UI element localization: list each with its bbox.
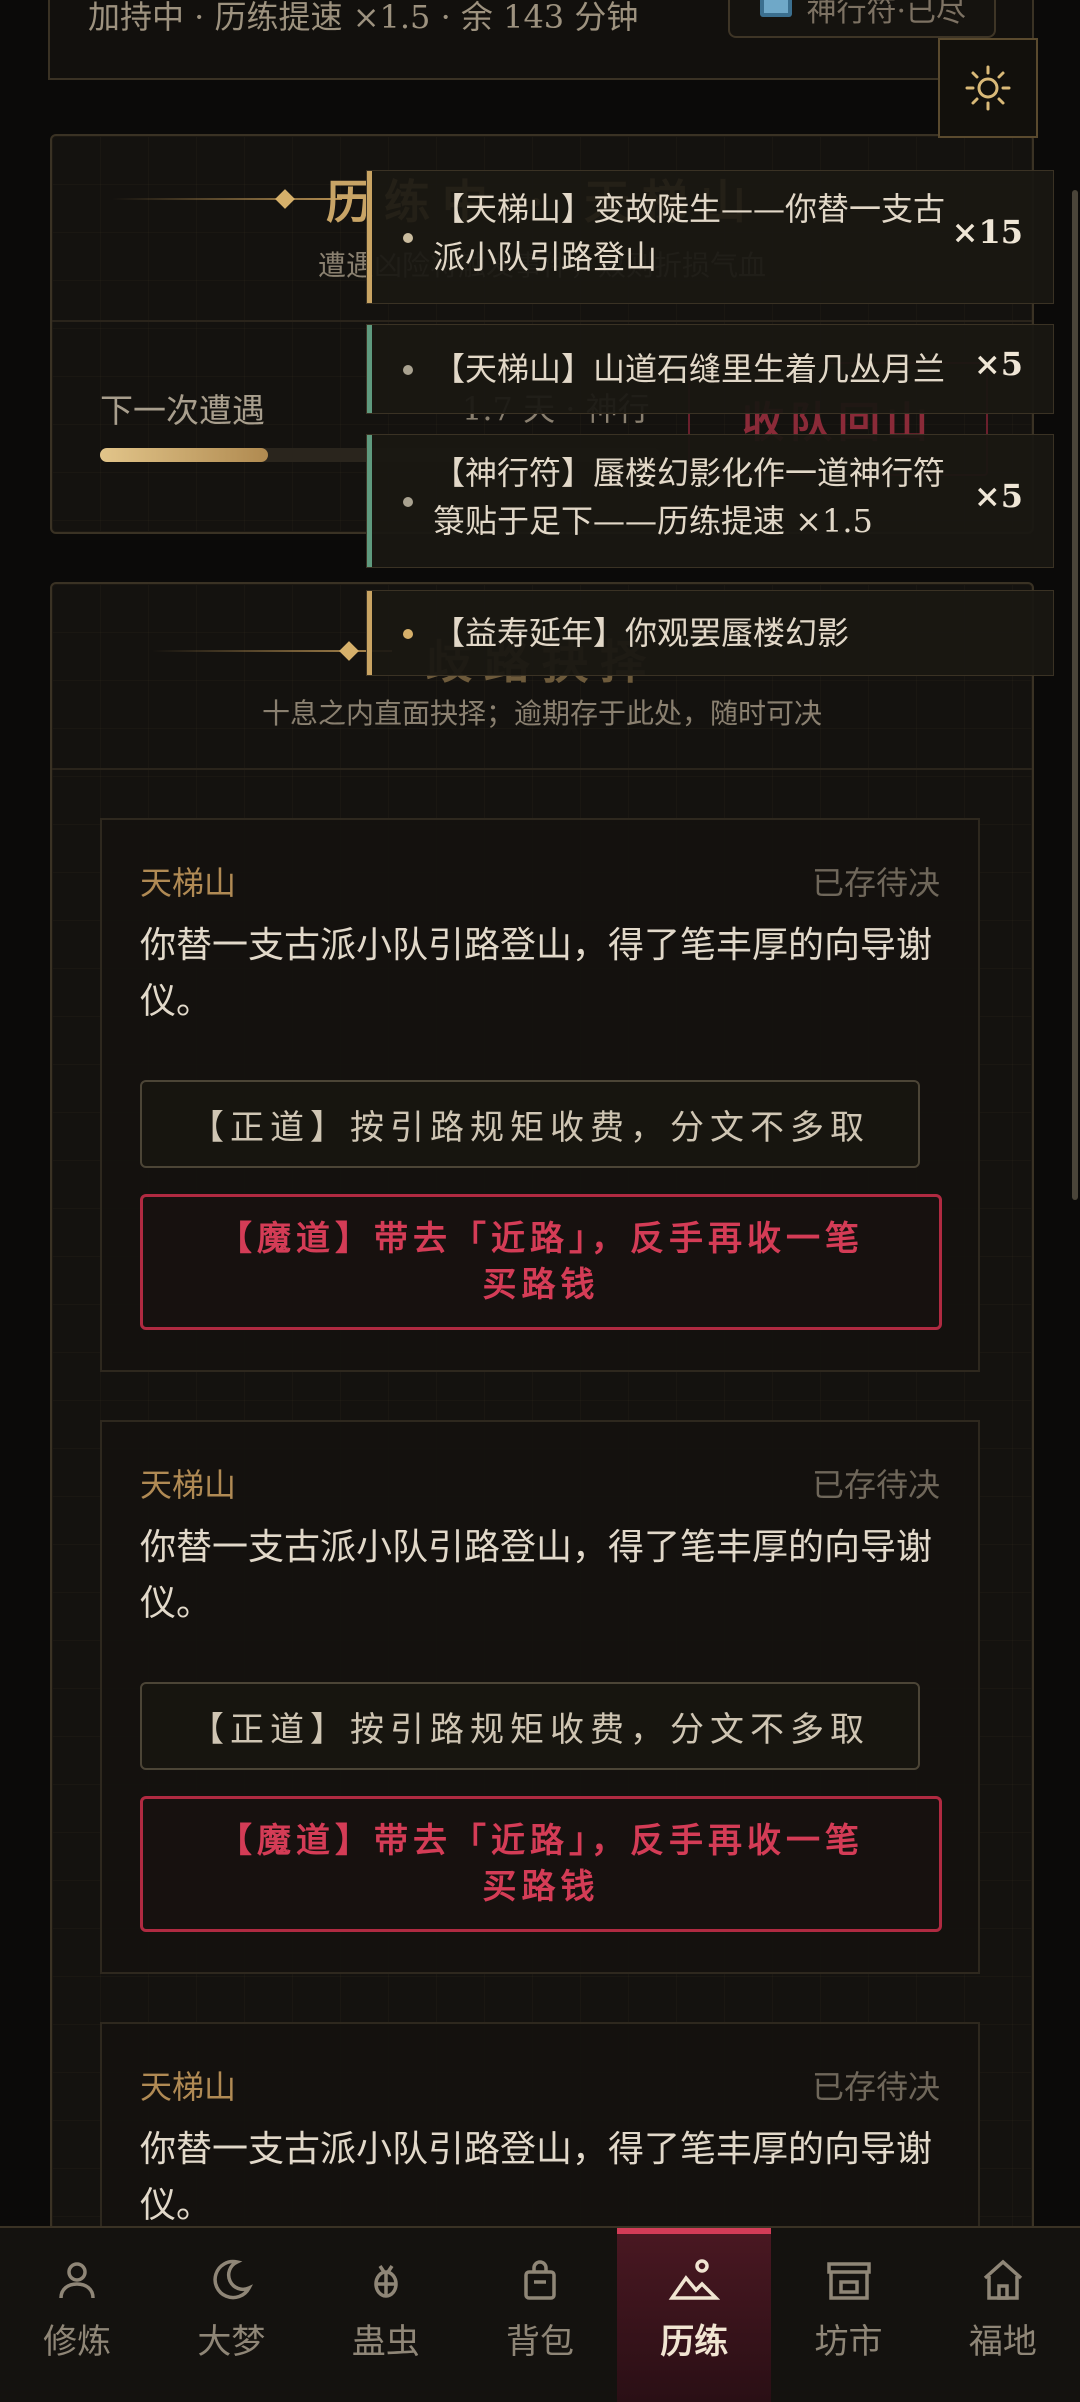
event-card: 天梯山 已存待决 你替一支古派小队引路登山，得了笔丰厚的向导谢仪。 【正道】按引…	[100, 818, 980, 1372]
event-state: 已存待决	[811, 2068, 940, 2106]
righteous-choice-button[interactable]: 【正道】按引路规矩收费，分文不多取	[140, 1080, 920, 1168]
event-location: 天梯山	[140, 864, 237, 902]
tv-icon	[758, 0, 794, 27]
talisman-chip[interactable]: 神行符·已尽	[728, 0, 996, 38]
demonic-choice-button[interactable]: 【魔道】带去「近路」，反手再收一笔买路钱	[140, 1194, 942, 1330]
demonic-choice-button[interactable]: 【魔道】带去「近路」，反手再收一笔买路钱	[140, 1796, 942, 1932]
event-description: 你替一支古派小队引路登山，得了笔丰厚的向导谢仪。	[140, 925, 933, 1022]
home-icon	[983, 2259, 1022, 2300]
person-icon	[59, 2262, 95, 2299]
nav-label: 大梦	[197, 2322, 266, 2362]
event-description: 你替一支古派小队引路登山，得了笔丰厚的向导谢仪。	[140, 1527, 933, 1624]
journey-progress-fill	[100, 448, 268, 462]
event-state: 已存待决	[811, 864, 940, 902]
notification-toast[interactable]: 【神行符】蜃楼幻影化作一道神行符箓贴于足下——历练提速 ×1.5 ×5	[366, 434, 1054, 568]
bag-icon	[524, 2260, 556, 2300]
buff-status-text: 加持中 · 历练提速 ×1.5 · 余 143 分钟	[88, 0, 639, 36]
mountain-icon	[668, 2259, 721, 2300]
toast-message: 【天梯山】山道石缝里生着几丛月兰	[433, 350, 946, 388]
nav-label: 蛊虫	[351, 2322, 420, 2362]
notification-toast[interactable]: 【天梯山】山道石缝里生着几丛月兰 ×5	[366, 324, 1054, 414]
nav-item-journey[interactable]: 历练	[617, 2228, 772, 2402]
panel-divider	[52, 320, 1032, 322]
nav-item-blessed-land[interactable]: 福地	[926, 2228, 1080, 2402]
toast-count: ×15	[951, 213, 1023, 251]
toast-accent-bar	[367, 435, 372, 567]
toast-accent-bar	[367, 591, 372, 675]
talisman-label: 神行符·已尽	[806, 0, 966, 29]
next-encounter-label: 下一次遭遇	[100, 391, 265, 430]
bullet-dot	[403, 497, 413, 507]
bullet-dot	[403, 365, 413, 375]
scrollbar-thumb[interactable]	[1072, 190, 1078, 1200]
bottom-nav: 修炼 大梦 蛊虫 背包 历练 坊市 福地	[0, 2226, 1080, 2402]
toast-count: ×5	[973, 345, 1023, 383]
toast-accent-bar	[367, 325, 372, 413]
toast-message: 【神行符】蜃楼幻影化作一道神行符箓贴于足下——历练提速 ×1.5	[433, 454, 946, 540]
toast-message: 【益寿延年】你观罢蜃楼幻影	[433, 614, 850, 652]
nav-item-dream[interactable]: 大梦	[154, 2228, 308, 2402]
nav-item-gu[interactable]: 蛊虫	[309, 2228, 463, 2402]
nav-label: 坊市	[814, 2322, 883, 2362]
toast-accent-bar	[367, 171, 372, 303]
event-description: 你替一支古派小队引路登山，得了笔丰厚的向导谢仪。	[140, 2129, 933, 2226]
nav-item-bag[interactable]: 背包	[463, 2228, 617, 2402]
event-card: 天梯山 已存待决 你替一支古派小队引路登山，得了笔丰厚的向导谢仪。 【正道】按引…	[100, 1420, 980, 1974]
bug-icon	[373, 2265, 398, 2298]
notification-toast[interactable]: 【天梯山】变故陡生——你替一支古派小队引路登山 ×15	[366, 170, 1054, 304]
moon-icon	[213, 2259, 254, 2300]
righteous-choice-button[interactable]: 【正道】按引路规矩收费，分文不多取	[140, 1682, 920, 1770]
settings-button[interactable]	[938, 38, 1038, 138]
toast-message: 【天梯山】变故陡生——你替一支古派小队引路登山	[433, 190, 946, 276]
sun-gear-icon	[965, 65, 1011, 111]
event-state: 已存待决	[811, 1466, 940, 1504]
nav-item-market[interactable]: 坊市	[771, 2228, 925, 2402]
nav-item-cultivate[interactable]: 修炼	[0, 2228, 154, 2402]
store-icon	[826, 2262, 871, 2300]
toast-count: ×5	[973, 477, 1023, 515]
bullet-dot	[403, 233, 413, 243]
nav-label: 背包	[505, 2322, 574, 2362]
event-location: 天梯山	[140, 2068, 237, 2106]
nav-label: 福地	[968, 2322, 1037, 2362]
bullet-dot	[403, 629, 413, 639]
choice-subtitle: 十息之内直面抉择；逾期存于此处，随时可决	[261, 697, 822, 730]
buff-status-bar: 加持中 · 历练提速 ×1.5 · 余 143 分钟 神行符·已尽	[48, 0, 1034, 80]
nav-label: 修炼	[43, 2322, 112, 2362]
panel-divider	[52, 768, 1032, 770]
event-location: 天梯山	[140, 1466, 237, 1504]
notification-toast[interactable]: 【益寿延年】你观罢蜃楼幻影	[366, 590, 1054, 676]
nav-label: 历练	[660, 2322, 729, 2362]
